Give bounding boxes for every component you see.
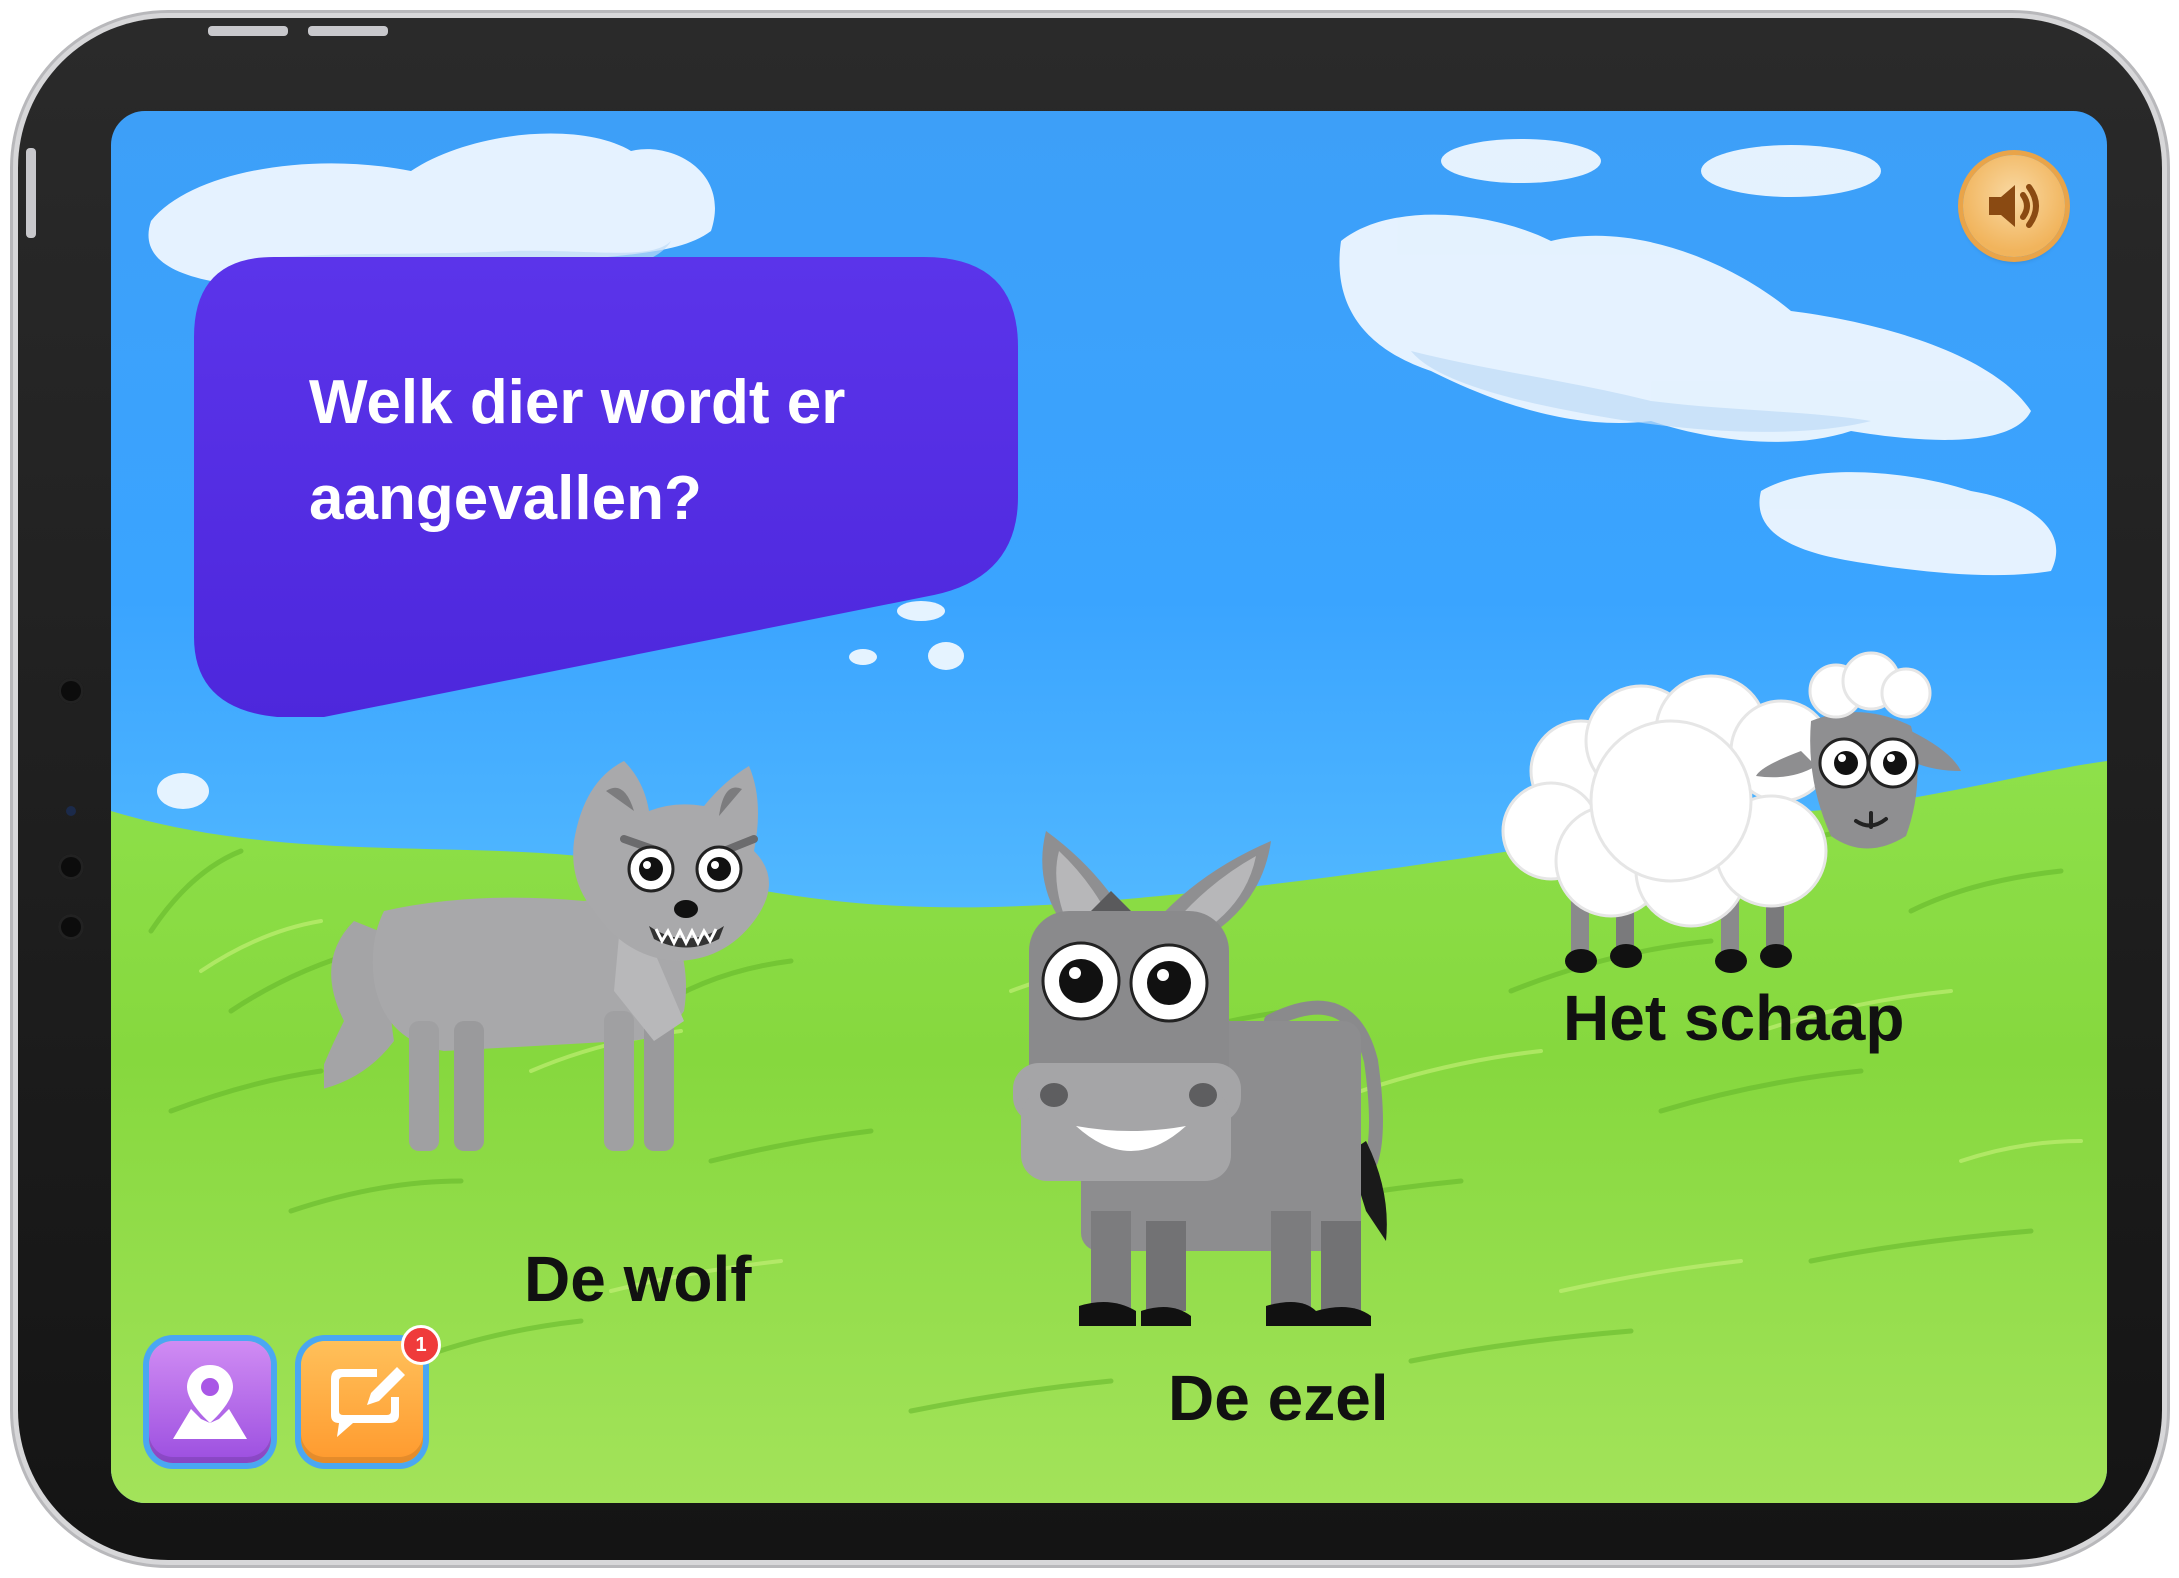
map-button[interactable] <box>149 1341 271 1463</box>
volume-button <box>208 26 288 36</box>
tablet-frame: Welk dier wordt er aangevallen? De wolf … <box>18 18 2162 1560</box>
chat-button[interactable]: 1 <box>301 1325 441 1463</box>
notification-badge: 1 <box>401 1325 441 1365</box>
chat-edit-icon <box>331 1367 405 1437</box>
sound-button[interactable] <box>1963 155 2065 257</box>
donkey-icon <box>1013 831 1387 1326</box>
camera-lens <box>66 806 76 816</box>
map-pin-icon <box>173 1365 247 1439</box>
answer-sheep[interactable]: Het schaap <box>1471 631 1991 1131</box>
question-text: Welk dier wordt er aangevallen? <box>309 368 846 533</box>
app-screen: Welk dier wordt er aangevallen? De wolf … <box>111 111 2107 1503</box>
answer-label: De wolf <box>524 1243 752 1315</box>
answer-donkey[interactable]: De ezel <box>971 831 1531 1481</box>
speaker-icon <box>1989 184 2039 228</box>
answer-label: Het schaap <box>1563 982 1905 1054</box>
answer-label: De ezel <box>1168 1362 1389 1434</box>
side-button <box>26 148 36 238</box>
question-bubble: Welk dier wordt er aangevallen? <box>194 257 1018 717</box>
sheep-icon <box>1501 651 1961 973</box>
answer-wolf[interactable]: De wolf <box>324 761 874 1315</box>
volume-button <box>308 26 388 36</box>
wolf-icon <box>324 761 769 1151</box>
